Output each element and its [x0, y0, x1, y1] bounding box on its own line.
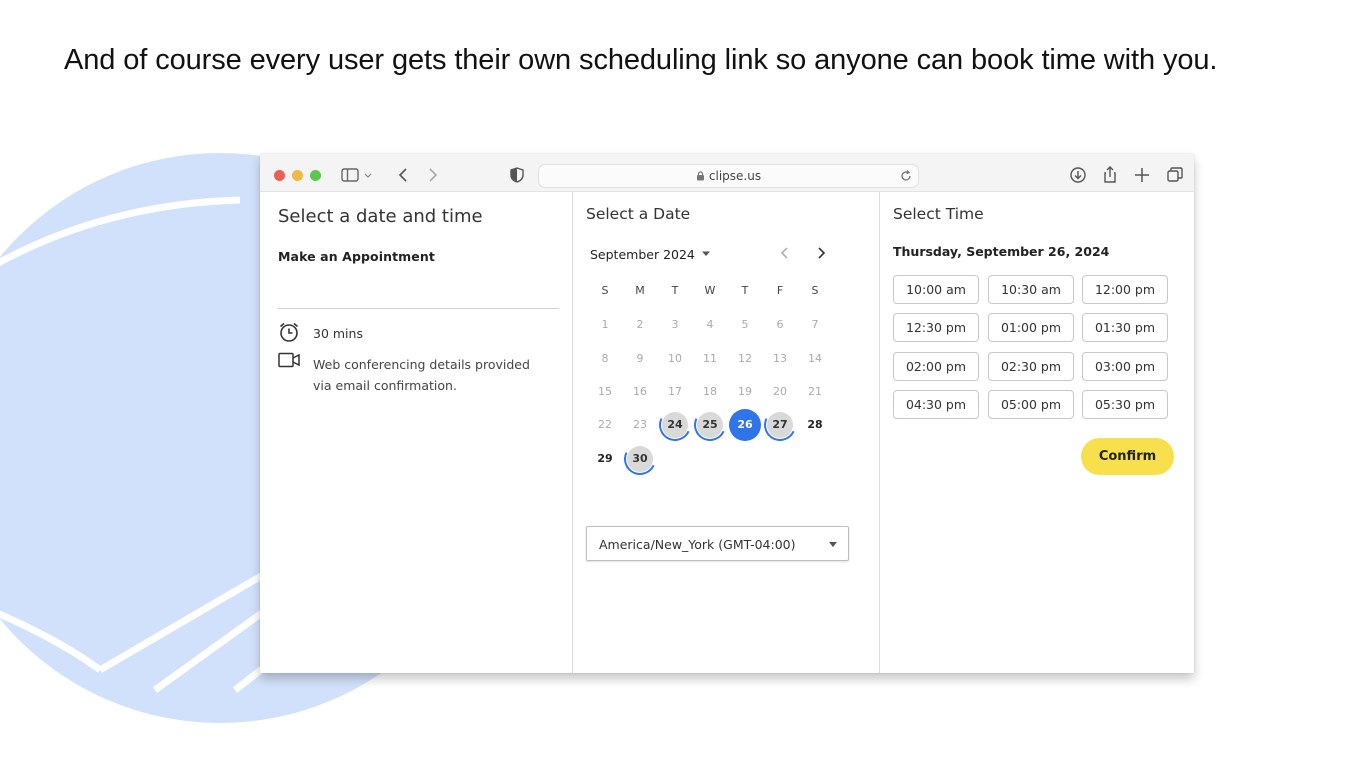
- date-picker-panel: Select a Date September 2024 SMTWTFS1234…: [573, 192, 880, 673]
- browser-toolbar: clipse.us: [260, 154, 1194, 192]
- time-slot-button[interactable]: 02:00 pm: [893, 352, 979, 381]
- weekday-header: T: [741, 284, 749, 297]
- time-slot-button[interactable]: 12:30 pm: [893, 313, 979, 342]
- time-slot-button[interactable]: 01:00 pm: [988, 313, 1074, 342]
- calendar-day: 4: [706, 318, 714, 331]
- calendar-day: 5: [741, 318, 749, 331]
- calendar-day: 12: [738, 352, 752, 365]
- duration-label: 30 mins: [313, 326, 363, 341]
- alarm-clock-icon: [279, 322, 299, 342]
- appointment-type: Make an Appointment: [278, 249, 435, 264]
- zoom-window-button[interactable]: [310, 170, 321, 181]
- calendar-day: 23: [633, 418, 647, 431]
- close-window-button[interactable]: [274, 170, 285, 181]
- calendar-day: 29: [597, 452, 613, 465]
- calendar-day: 13: [773, 352, 787, 365]
- address-bar-url: clipse.us: [539, 169, 918, 183]
- timezone-value: America/New_York (GMT-04:00): [599, 537, 796, 552]
- booking-page: Select a date and time Make an Appointme…: [260, 192, 1194, 673]
- tab-overview-icon[interactable]: [1165, 165, 1185, 185]
- calendar-day: 3: [671, 318, 679, 331]
- calendar-day: 10: [668, 352, 682, 365]
- sidebar-toggle-icon[interactable]: [340, 165, 374, 185]
- calendar-day[interactable]: 27: [767, 412, 793, 438]
- calendar-day: 18: [703, 385, 717, 398]
- timezone-select[interactable]: America/New_York (GMT-04:00): [586, 526, 849, 561]
- calendar-day: 6: [776, 318, 784, 331]
- conferencing-note: Web conferencing details provided via em…: [313, 357, 530, 393]
- date-section-title: Select a Date: [586, 205, 691, 223]
- time-slot-button[interactable]: 12:00 pm: [1082, 275, 1168, 304]
- weekday-header: W: [704, 284, 716, 297]
- previous-month-chevron-icon[interactable]: [776, 244, 794, 262]
- selected-date: Thursday, September 26, 2024: [893, 244, 1110, 259]
- time-slot-button[interactable]: 10:30 am: [988, 275, 1074, 304]
- calendar-day: 1: [601, 318, 609, 331]
- address-bar[interactable]: clipse.us: [538, 164, 919, 188]
- time-slot-button[interactable]: 10:00 am: [893, 275, 979, 304]
- forward-arrow-icon[interactable]: [423, 165, 443, 185]
- calendar-day: 2: [636, 318, 644, 331]
- confirm-button[interactable]: Confirm: [1081, 438, 1174, 475]
- time-slot-button[interactable]: 01:30 pm: [1082, 313, 1168, 342]
- time-slot-button[interactable]: 05:00 pm: [988, 390, 1074, 419]
- video-camera-icon: [278, 352, 300, 368]
- weekday-header: T: [671, 284, 679, 297]
- calendar-day: 19: [738, 385, 752, 398]
- new-tab-plus-icon[interactable]: [1132, 165, 1152, 185]
- caret-down-icon: [829, 542, 837, 547]
- calendar-day: 28: [807, 418, 823, 431]
- calendar-day: 8: [601, 352, 609, 365]
- lock-icon: [696, 171, 704, 181]
- calendar-day: 11: [703, 352, 717, 365]
- calendar-day: 20: [773, 385, 787, 398]
- calendar-day: 16: [633, 385, 647, 398]
- calendar-day: 9: [636, 352, 644, 365]
- time-section-title: Select Time: [893, 205, 984, 223]
- calendar-day: 22: [598, 418, 612, 431]
- weekday-header: S: [811, 284, 819, 297]
- calendar-day: 17: [668, 385, 682, 398]
- url-text: clipse.us: [708, 169, 762, 183]
- back-arrow-icon[interactable]: [393, 165, 413, 185]
- weekday-header: F: [776, 284, 784, 297]
- time-slot-button[interactable]: 02:30 pm: [988, 352, 1074, 381]
- reload-icon[interactable]: [898, 168, 914, 184]
- calendar-day[interactable]: 24: [662, 412, 688, 438]
- time-slot-button[interactable]: 05:30 pm: [1082, 390, 1168, 419]
- minimize-window-button[interactable]: [292, 170, 303, 181]
- calendar-day: 15: [598, 385, 612, 398]
- share-icon[interactable]: [1100, 165, 1120, 185]
- weekday-header: M: [635, 284, 645, 297]
- calendar-day: 14: [808, 352, 822, 365]
- next-month-chevron-icon[interactable]: [812, 244, 830, 262]
- calendar-day: 21: [808, 385, 822, 398]
- caret-down-icon[interactable]: [701, 250, 711, 258]
- time-picker-panel: Select Time Thursday, September 26, 2024…: [880, 192, 1194, 673]
- divider: [278, 308, 559, 309]
- page-title: Select a date and time: [278, 206, 483, 227]
- time-slot-button[interactable]: 04:30 pm: [893, 390, 979, 419]
- calendar-day[interactable]: 25: [697, 412, 723, 438]
- appointment-info-panel: Select a date and time Make an Appointme…: [260, 192, 573, 673]
- month-selector[interactable]: September 2024: [590, 247, 695, 262]
- slide-caption: And of course every user gets their own …: [64, 44, 1218, 76]
- weekday-header: S: [601, 284, 609, 297]
- download-icon[interactable]: [1068, 165, 1088, 185]
- calendar-day: 7: [811, 318, 819, 331]
- browser-window: clipse.us Select a date and time Make an…: [260, 154, 1194, 673]
- time-slot-button[interactable]: 03:00 pm: [1082, 352, 1168, 381]
- privacy-shield-icon[interactable]: [507, 165, 527, 185]
- calendar-day-selected[interactable]: 26: [729, 409, 761, 441]
- calendar-day[interactable]: 30: [627, 446, 653, 472]
